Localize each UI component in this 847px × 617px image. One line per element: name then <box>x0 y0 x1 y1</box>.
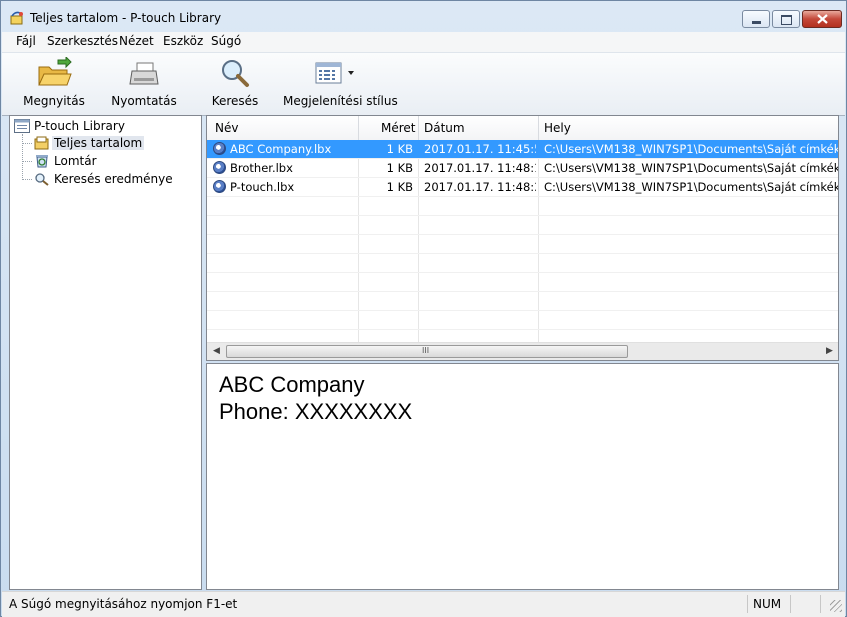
main-window: Teljes tartalom - P-touch Library Fájl S… <box>0 0 847 617</box>
lbx-file-icon <box>213 142 226 155</box>
view-style-button[interactable]: Megjelenítési stílus <box>283 57 398 113</box>
status-divider <box>790 595 791 613</box>
print-label: Nyomtatás <box>111 94 177 108</box>
preview-line-company: ABC Company <box>219 372 365 397</box>
print-button[interactable]: Nyomtatás <box>109 57 179 113</box>
file-date: 2017.01.17. 11:48:35 <box>424 180 536 194</box>
maximize-icon <box>781 15 792 25</box>
search-button[interactable]: Keresés <box>207 57 263 113</box>
open-label: Megnyitás <box>23 94 85 108</box>
maximize-button[interactable] <box>772 10 800 28</box>
dropdown-arrow-icon <box>348 71 354 75</box>
file-list: Név Méret Dátum Hely ABC Company.lbx 1 K… <box>206 115 839 361</box>
list-header: Név Méret Dátum Hely <box>207 116 838 141</box>
table-row[interactable]: ABC Company.lbx 1 KB 2017.01.17. 11:45:5… <box>207 140 839 159</box>
column-divider[interactable] <box>418 116 419 140</box>
close-icon <box>817 14 828 24</box>
menu-file[interactable]: Fájl <box>16 34 36 48</box>
empty-row <box>207 235 838 254</box>
file-location: C:\Users\VM138_WIN7SP1\Documents\Saját c… <box>544 161 839 175</box>
column-header-name[interactable]: Név <box>215 121 238 135</box>
lbx-file-icon <box>213 161 226 174</box>
search-results-icon <box>34 172 50 186</box>
empty-row <box>207 311 838 330</box>
empty-row <box>207 216 838 235</box>
column-divider[interactable] <box>538 116 539 140</box>
all-contents-icon <box>34 136 50 150</box>
close-button[interactable] <box>802 10 842 28</box>
file-location: C:\Users\VM138_WIN7SP1\Documents\Saját c… <box>544 142 839 156</box>
empty-row <box>207 254 838 273</box>
file-size: 1 KB <box>386 161 413 175</box>
scroll-grip: III <box>422 346 430 355</box>
table-row[interactable]: P-touch.lbx 1 KB 2017.01.17. 11:48:35 C:… <box>207 178 839 197</box>
title-bar[interactable]: Teljes tartalom - P-touch Library <box>1 1 846 31</box>
tree-item-label: Keresés eredménye <box>54 172 173 186</box>
file-location: C:\Users\VM138_WIN7SP1\Documents\Saját c… <box>544 180 839 194</box>
column-header-size[interactable]: Méret <box>381 121 416 135</box>
status-divider <box>820 595 821 613</box>
recycle-bin-icon <box>34 154 50 168</box>
tree-line <box>23 179 32 180</box>
empty-row <box>207 292 838 311</box>
menu-bar: Fájl Szerkesztés Nézet Eszköz Súgó <box>2 32 845 52</box>
preview-line-phone: Phone: XXXXXXXX <box>219 399 413 424</box>
file-date: 2017.01.17. 11:45:52 <box>424 142 536 156</box>
minimize-icon <box>752 21 761 24</box>
menu-edit[interactable]: Szerkesztés <box>47 34 118 48</box>
status-bar: A Súgó megnyitásához nyomjon F1-et NUM <box>2 591 845 617</box>
menu-view[interactable]: Nézet <box>119 34 154 48</box>
open-folder-icon <box>38 57 72 86</box>
tree-line <box>22 134 23 180</box>
search-icon <box>222 60 249 87</box>
lbx-file-icon <box>213 180 226 193</box>
tree-item-label: Teljes tartalom <box>52 136 145 150</box>
file-size: 1 KB <box>386 142 413 156</box>
tree-line <box>23 143 32 144</box>
scroll-right-icon[interactable]: ▶ <box>826 346 833 356</box>
file-name: P-touch.lbx <box>230 180 295 194</box>
file-size: 1 KB <box>386 180 413 194</box>
tree-line <box>23 161 32 162</box>
horizontal-scrollbar[interactable]: ◀ III ▶ <box>207 342 838 360</box>
table-row[interactable]: Brother.lbx 1 KB 2017.01.17. 11:48:15 C:… <box>207 159 839 178</box>
file-name: Brother.lbx <box>230 161 293 175</box>
num-lock-indicator: NUM <box>753 597 782 611</box>
menu-tools[interactable]: Eszköz <box>163 34 203 48</box>
toolbar: Megnyitás Nyomtatás Keresés Megjelenítés… <box>2 52 845 116</box>
column-header-location[interactable]: Hely <box>544 121 571 135</box>
search-label: Keresés <box>211 94 259 108</box>
menu-help[interactable]: Súgó <box>211 34 241 48</box>
column-header-date[interactable]: Dátum <box>424 121 465 135</box>
status-text: A Súgó megnyitásához nyomjon F1-et <box>9 597 238 611</box>
open-button[interactable]: Megnyitás <box>20 57 88 113</box>
empty-row <box>207 273 838 292</box>
file-date: 2017.01.17. 11:48:15 <box>424 161 536 175</box>
view-style-label: Megjelenítési stílus <box>283 94 398 108</box>
scroll-left-icon[interactable]: ◀ <box>213 346 220 356</box>
ptouch-library-icon <box>9 10 25 26</box>
empty-row <box>207 197 838 216</box>
status-divider <box>747 595 748 613</box>
resize-grip-icon[interactable] <box>830 600 842 612</box>
file-name: ABC Company.lbx <box>230 142 332 156</box>
label-preview: ABC Company Phone: XXXXXXXX <box>206 363 839 590</box>
tree-item-label: Lomtár <box>54 154 97 168</box>
minimize-button[interactable] <box>742 10 770 28</box>
tree-root-label: P-touch Library <box>34 119 125 133</box>
scroll-thumb[interactable]: III <box>226 345 628 358</box>
window-title: Teljes tartalom - P-touch Library <box>30 11 222 25</box>
column-divider[interactable] <box>358 116 359 140</box>
printer-icon <box>129 62 159 85</box>
folder-tree: P-touch Library Teljes tartalom Lomtár K… <box>9 115 202 590</box>
library-icon <box>14 119 30 133</box>
view-style-icon <box>315 62 354 84</box>
